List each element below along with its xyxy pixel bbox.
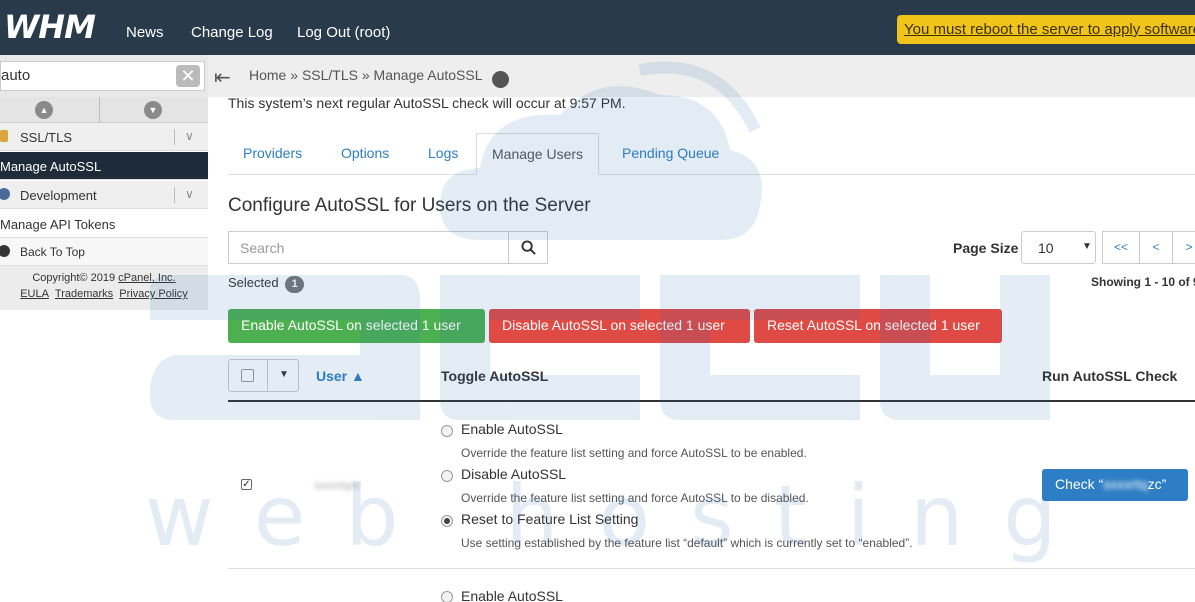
column-header-toggle: Toggle AutoSSL: [441, 368, 549, 384]
tab-logs[interactable]: Logs: [413, 133, 473, 175]
lock-icon: [0, 130, 8, 142]
radio-description: Override the feature list setting and fo…: [461, 446, 807, 460]
whm-logo[interactable]: WHM: [4, 8, 96, 46]
radio-label[interactable]: Enable AutoSSL: [461, 588, 563, 602]
reset-autossl-selected-button[interactable]: Reset AutoSSL on selected 1 user: [754, 309, 1002, 343]
search-button[interactable]: [508, 231, 548, 264]
sidebar-item-label: Development: [20, 188, 97, 203]
chevron-down-icon[interactable]: ∨: [185, 187, 194, 201]
radio-reset-feature-list[interactable]: [441, 515, 453, 527]
username: sxxxrtqzc: [314, 480, 360, 492]
breadcrumb-separator: »: [361, 67, 370, 83]
enable-autossl-selected-button[interactable]: Enable AutoSSL on selected 1 user: [228, 309, 485, 343]
eula-link[interactable]: EULA: [20, 288, 49, 300]
radio-label[interactable]: Disable AutoSSL: [461, 466, 566, 482]
tab-providers[interactable]: Providers: [228, 133, 317, 175]
sidebar-item-manage-api-tokens[interactable]: Manage API Tokens: [0, 210, 208, 238]
sidebar-category-development[interactable]: Development ∨: [0, 181, 208, 209]
radio-label[interactable]: Enable AutoSSL: [461, 421, 563, 437]
row-checkbox[interactable]: ✓: [241, 479, 252, 490]
caret-down-icon: ▼: [1082, 241, 1092, 252]
user-search-input[interactable]: Search: [228, 231, 510, 264]
sidebar-item-label: Manage AutoSSL: [0, 159, 102, 174]
menu-toggle-icon[interactable]: ⇤: [214, 65, 231, 90]
radio-disable-autossl[interactable]: [441, 470, 453, 482]
trademarks-link[interactable]: Trademarks: [55, 288, 113, 300]
selected-badge: 1: [285, 276, 305, 293]
page-size-value: 10: [1038, 240, 1054, 256]
check-label-user: sxxxrtq: [1103, 476, 1148, 492]
column-header-run-check: Run AutoSSL Check: [1042, 368, 1178, 384]
sidebar-back-to-top[interactable]: Back To Top: [0, 238, 208, 266]
sidebar-footer: Copyright© 2019 cPanel, Inc. EULA Tradem…: [0, 266, 208, 310]
breadcrumb-ssl-tls[interactable]: SSL/TLS: [302, 67, 358, 83]
radio-description: Use setting established by the feature l…: [461, 536, 913, 550]
sidebar-search-input[interactable]: auto: [0, 61, 205, 91]
sort-asc-icon: ▲: [351, 368, 365, 384]
select-all-control[interactable]: ▼: [228, 359, 299, 392]
tab-pending-queue[interactable]: Pending Queue: [607, 133, 734, 175]
next-check-notice: This system’s next regular AutoSSL check…: [228, 97, 626, 111]
scroll-up-icon[interactable]: ▲: [35, 101, 53, 119]
nav-change-log[interactable]: Change Log: [191, 24, 273, 41]
check-label-prefix: Check “: [1055, 476, 1104, 492]
development-icon: [0, 188, 10, 200]
table-header: ▼ User ▲ Toggle AutoSSL Run AutoSSL Chec…: [228, 359, 1195, 402]
arrow-up-circle-icon: [0, 245, 10, 257]
page-size-label: Page Size: [953, 240, 1019, 256]
tab-options[interactable]: Options: [326, 133, 404, 175]
table-row: ✓ sxxxrtqzc Enable AutoSSL Override the …: [228, 403, 1195, 569]
sidebar-search-wrap: auto ✕: [0, 55, 208, 97]
prev-page-button[interactable]: <: [1139, 231, 1173, 264]
sidebar-scroll-controls: ▲ ▼: [0, 97, 208, 123]
chevron-down-icon[interactable]: ∨: [185, 129, 194, 143]
nav-logout[interactable]: Log Out (root): [297, 24, 390, 41]
breadcrumb: Home » SSL/TLS » Manage AutoSSL ?: [249, 67, 509, 88]
tab-manage-users[interactable]: Manage Users: [476, 133, 600, 175]
check-label-suffix: zc”: [1147, 476, 1167, 492]
divider: [174, 129, 175, 145]
breadcrumb-bar: ⇤ Home » SSL/TLS » Manage AutoSSL ?: [208, 55, 1195, 97]
section-title: Configure AutoSSL for Users on the Serve…: [228, 195, 591, 216]
privacy-policy-link[interactable]: Privacy Policy: [119, 288, 187, 300]
page-size-select[interactable]: 10 ▼: [1021, 231, 1096, 264]
selected-label: Selected: [228, 275, 279, 290]
sidebar-category-ssl-tls[interactable]: SSL/TLS ∨: [0, 123, 208, 151]
radio-enable-autossl[interactable]: [441, 591, 453, 602]
radio-description: Override the feature list setting and fo…: [461, 491, 809, 505]
column-header-user[interactable]: User ▲: [316, 368, 365, 384]
divider: [174, 187, 175, 203]
cpanel-link[interactable]: cPanel, Inc.: [118, 272, 175, 284]
sidebar: auto ✕ ▲ ▼ SSL/TLS ∨ Manage AutoSSL Deve…: [0, 55, 208, 602]
select-all-checkbox[interactable]: [241, 369, 254, 382]
clear-search-icon[interactable]: ✕: [176, 65, 200, 87]
search-icon: [520, 240, 536, 255]
sidebar-item-label: SSL/TLS: [20, 130, 73, 145]
run-autossl-check-button[interactable]: Check “sxxxrtqzc”: [1042, 469, 1188, 501]
radio-enable-autossl[interactable]: [441, 425, 453, 437]
breadcrumb-separator: »: [290, 67, 299, 83]
copyright-text: Copyright© 2019: [32, 272, 116, 284]
sidebar-item-label: Manage API Tokens: [0, 217, 116, 232]
next-page-button[interactable]: >: [1172, 231, 1195, 264]
column-label: User: [316, 368, 348, 384]
disable-autossl-selected-button[interactable]: Disable AutoSSL on selected 1 user: [489, 309, 750, 343]
reboot-notice-link[interactable]: You must reboot the server to apply soft…: [897, 15, 1195, 44]
sidebar-item-label: Back To Top: [20, 245, 85, 259]
selected-count: Selected 1: [228, 275, 305, 293]
showing-count: Showing 1 - 10 of 9: [1091, 275, 1195, 289]
radio-label[interactable]: Reset to Feature List Setting: [461, 511, 638, 527]
sidebar-item-manage-autossl[interactable]: Manage AutoSSL: [0, 152, 208, 180]
tab-bar: Providers Options Logs Manage Users Pend…: [228, 133, 1195, 175]
caret-down-icon[interactable]: ▼: [267, 360, 300, 391]
breadcrumb-home[interactable]: Home: [249, 67, 286, 83]
breadcrumb-current: Manage AutoSSL: [373, 67, 482, 83]
scroll-down-icon[interactable]: ▼: [144, 101, 162, 119]
main-content: This system’s next regular AutoSSL check…: [208, 97, 1195, 602]
help-icon[interactable]: ?: [491, 71, 509, 88]
first-page-button[interactable]: <<: [1102, 231, 1140, 264]
nav-news[interactable]: News: [126, 24, 164, 41]
divider: [99, 97, 100, 123]
top-navbar: WHM News Change Log Log Out (root) You m…: [0, 0, 1195, 55]
